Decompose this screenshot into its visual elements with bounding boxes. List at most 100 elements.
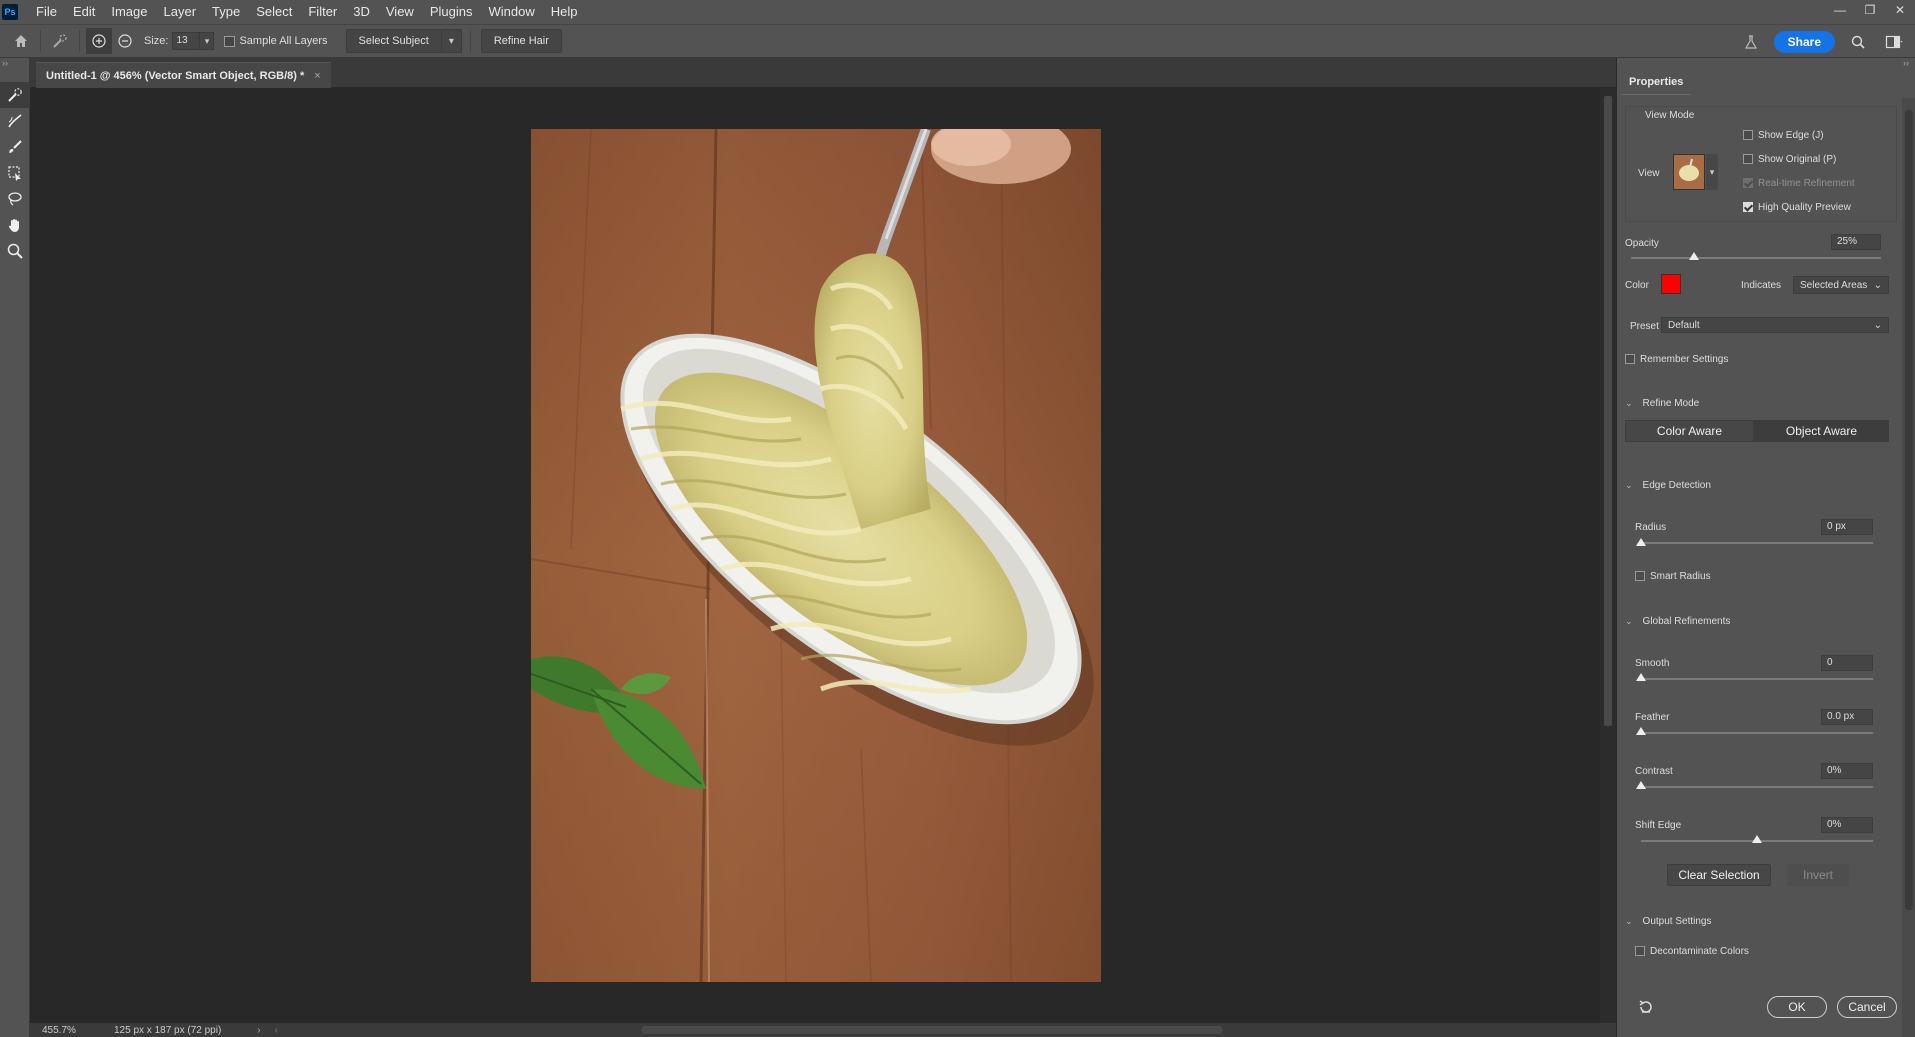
reset-icon[interactable] (1637, 998, 1655, 1016)
collapse-toolbar-icon[interactable]: ›› (0, 58, 29, 72)
properties-tab[interactable]: Properties (1621, 70, 1692, 95)
remember-settings-checkbox[interactable] (1625, 354, 1635, 365)
quick-selection-tool-icon[interactable] (0, 82, 30, 108)
global-refinements-header[interactable]: ⌄ Global Refinements (1625, 616, 1730, 627)
radius-slider-thumb[interactable] (1636, 538, 1646, 546)
menu-help[interactable]: Help (543, 0, 586, 24)
lasso-tool-icon[interactable] (0, 186, 30, 212)
remember-settings-option[interactable]: Remember Settings (1625, 354, 1728, 365)
view-mode-thumbnail[interactable] (1673, 154, 1705, 190)
menu-view[interactable]: View (378, 0, 422, 24)
select-subject-button[interactable]: Select Subject (345, 29, 442, 53)
menu-filter[interactable]: Filter (300, 0, 345, 24)
color-aware-button[interactable]: Color Aware (1625, 420, 1754, 442)
flask-icon[interactable] (1738, 29, 1764, 55)
home-icon[interactable] (8, 28, 34, 54)
menu-layer[interactable]: Layer (156, 0, 205, 24)
vertical-scroll-thumb[interactable] (1604, 96, 1612, 726)
hand-tool-icon[interactable] (0, 212, 30, 238)
quick-selection-tool-preset-icon[interactable] (47, 28, 73, 54)
shift-edge-slider-thumb[interactable] (1752, 835, 1762, 843)
show-original-option[interactable]: Show Original (P) (1743, 154, 1836, 165)
chevron-left-icon[interactable]: ‹ (275, 1025, 278, 1036)
document-tab[interactable]: Untitled-1 @ 456% (Vector Smart Object, … (36, 62, 331, 88)
invert-button[interactable]: Invert (1787, 864, 1849, 886)
restore-button[interactable]: ❐ (1855, 0, 1885, 20)
overlay-color-swatch[interactable] (1661, 274, 1681, 294)
refine-edge-brush-icon[interactable] (0, 108, 30, 134)
feather-slider-track[interactable] (1641, 732, 1873, 734)
high-quality-preview-checkbox[interactable] (1743, 202, 1753, 213)
high-quality-preview-option[interactable]: High Quality Preview (1743, 202, 1851, 213)
refine-hair-button[interactable]: Refine Hair (480, 29, 562, 53)
show-original-checkbox[interactable] (1743, 154, 1753, 165)
panel-scroll-thumb[interactable] (1905, 110, 1913, 910)
document-image[interactable] (531, 129, 1101, 982)
menu-plugins[interactable]: Plugins (422, 0, 481, 24)
shift-edge-input[interactable]: 0% (1821, 817, 1873, 833)
contrast-slider-track[interactable] (1641, 786, 1873, 788)
smooth-slider-thumb[interactable] (1636, 673, 1646, 681)
edge-detection-header[interactable]: ⌄ Edge Detection (1625, 480, 1711, 491)
subtract-from-selection-icon[interactable] (112, 28, 138, 54)
zoom-level[interactable]: 455.7% (42, 1025, 102, 1036)
chevron-down-icon[interactable]: ▾ (200, 32, 215, 50)
decontaminate-colors-checkbox[interactable] (1635, 946, 1645, 957)
minimize-button[interactable]: — (1825, 0, 1855, 20)
menu-select[interactable]: Select (248, 0, 300, 24)
brush-size-input[interactable]: 13 (172, 32, 201, 50)
menu-edit[interactable]: Edit (65, 0, 103, 24)
view-mode-dropdown-icon[interactable]: ▾ (1706, 154, 1718, 190)
preset-dropdown[interactable]: Default ⌄ (1661, 317, 1889, 333)
chevron-down-icon: ⌄ (1625, 916, 1633, 926)
chevron-right-icon[interactable]: › (257, 1025, 260, 1036)
radius-slider-track[interactable] (1641, 542, 1873, 544)
vertical-scrollbar[interactable] (1600, 88, 1616, 1023)
workspace-icon[interactable] (1881, 29, 1907, 55)
indicates-label: Indicates (1741, 280, 1782, 291)
share-button[interactable]: Share (1773, 31, 1835, 53)
size-label: Size: (144, 35, 169, 47)
radius-input[interactable]: 0 px (1821, 519, 1873, 535)
opacity-slider-track[interactable] (1631, 257, 1881, 259)
search-icon[interactable] (1845, 29, 1871, 55)
brush-tool-icon[interactable] (0, 134, 30, 160)
object-selection-tool-icon[interactable] (0, 160, 30, 186)
collapse-panel-icon[interactable]: ›› (1903, 58, 1909, 68)
panel-scrollbar[interactable] (1902, 98, 1915, 1037)
opacity-input[interactable]: 25% (1831, 234, 1881, 250)
sample-all-layers-checkbox[interactable] (224, 35, 236, 47)
show-edge-checkbox[interactable] (1743, 130, 1753, 141)
refine-mode-header[interactable]: ⌄ Refine Mode (1625, 398, 1699, 409)
canvas-area[interactable] (30, 88, 1600, 1023)
menu-type[interactable]: Type (204, 0, 248, 24)
opacity-slider-thumb[interactable] (1688, 252, 1699, 260)
add-to-selection-icon[interactable] (86, 28, 112, 54)
smooth-label: Smooth (1635, 658, 1670, 669)
feather-slider-thumb[interactable] (1636, 727, 1646, 735)
smooth-slider-track[interactable] (1641, 678, 1873, 680)
menu-image[interactable]: Image (103, 0, 155, 24)
show-edge-option[interactable]: Show Edge (J) (1743, 130, 1824, 141)
smart-radius-checkbox[interactable] (1635, 571, 1645, 582)
ok-button[interactable]: OK (1767, 996, 1827, 1018)
contrast-input[interactable]: 0% (1821, 763, 1873, 779)
menu-3d[interactable]: 3D (345, 0, 378, 24)
contrast-slider-thumb[interactable] (1636, 781, 1646, 789)
close-button[interactable]: ✕ (1885, 0, 1915, 20)
close-tab-icon[interactable]: × (314, 70, 320, 82)
output-settings-header[interactable]: ⌄ Output Settings (1625, 916, 1711, 927)
smooth-input[interactable]: 0 (1821, 655, 1873, 671)
chevron-down-icon[interactable]: ▾ (441, 29, 462, 53)
horizontal-scroll-thumb[interactable] (642, 1026, 1222, 1034)
indicates-dropdown[interactable]: Selected Areas ⌄ (1793, 276, 1889, 294)
menu-file[interactable]: File (28, 0, 65, 24)
cancel-button[interactable]: Cancel (1837, 996, 1897, 1018)
object-aware-button[interactable]: Object Aware (1754, 420, 1889, 442)
feather-input[interactable]: 0.0 px (1821, 709, 1873, 725)
zoom-tool-icon[interactable] (0, 238, 30, 264)
smart-radius-option[interactable]: Smart Radius (1635, 571, 1711, 582)
clear-selection-button[interactable]: Clear Selection (1667, 864, 1771, 886)
decontaminate-colors-option[interactable]: Decontaminate Colors (1635, 946, 1749, 957)
menu-window[interactable]: Window (480, 0, 542, 24)
